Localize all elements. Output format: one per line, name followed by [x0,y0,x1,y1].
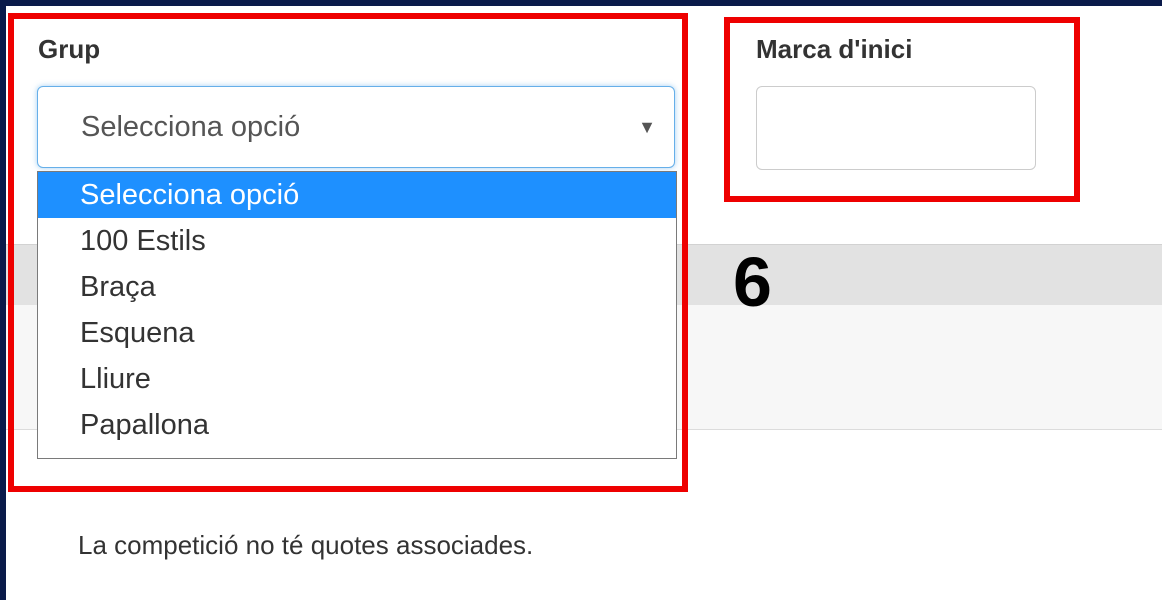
step-number: 6 [733,243,772,321]
highlight-box-group [8,13,688,492]
highlight-box-start-mark [724,17,1080,202]
no-fees-message: La competició no té quotes associades. [78,530,534,560]
